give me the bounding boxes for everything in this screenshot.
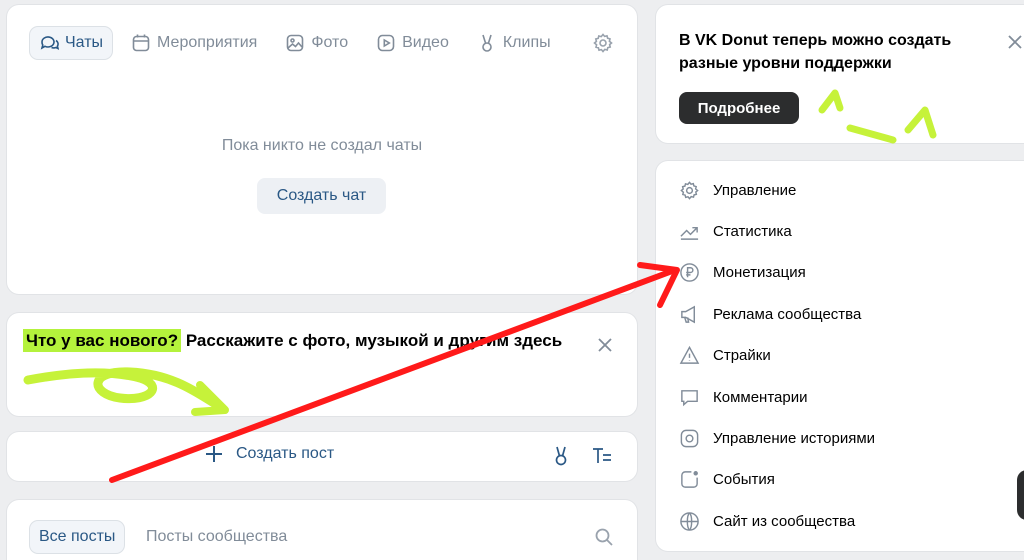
menu-item-label: Комментарии [713,388,808,406]
globe-icon [680,511,699,531]
whats-new-card: Что у вас нового? Расскажите с фото, муз… [7,313,637,416]
menu-item-ads[interactable]: Реклама сообщества [679,299,861,329]
create-post-button[interactable]: Создать пост [204,444,334,464]
whats-new-rest: Расскажите с фото, музыкой и другим здес… [181,331,563,350]
plus-icon [206,446,222,462]
menu-item-label: Статистика [713,222,792,240]
trend-chart-icon [680,226,699,240]
menu-item-label: События [713,470,775,488]
tab-label: Чаты [65,34,104,51]
create-post-card: Создать пост [7,432,637,481]
text-format-icon[interactable] [591,445,613,467]
learn-more-button[interactable]: Подробнее [679,92,799,124]
menu-item-strikes[interactable]: Страйки [679,340,771,370]
tab-label: Клипы [502,34,551,51]
tab-chats[interactable]: Чаты [30,27,113,59]
community-menu-card: Управление Статистика Монетизация Реклам… [656,161,1024,551]
calendar-icon [132,34,150,52]
clips-icon [482,34,492,52]
menu-item-label: Монетизация [713,263,806,281]
tab-label: Видео [402,34,449,51]
menu-item-label: Управление [713,181,797,199]
events-icon [681,470,698,488]
video-play-icon [377,34,395,52]
chats-empty-text: Пока никто не создал чаты [221,137,423,154]
photo-icon [287,34,304,52]
posts-card: Все посты Посты сообщества [7,500,637,560]
whats-new-highlight: Что у вас нового? [23,329,182,352]
tab-label: Фото [311,34,349,51]
comment-icon [681,389,698,406]
tab-clips[interactable]: Клипы [468,27,560,59]
donut-title: В VK Donut теперь можно создать разные у… [679,32,952,72]
chat-bubbles-icon [40,36,59,50]
tab-photo[interactable]: Фото [276,27,357,59]
ruble-icon [680,262,699,282]
stories-icon [680,429,699,447]
create-chat-button[interactable]: Создать чат [257,178,386,214]
tab-video[interactable]: Видео [367,27,458,59]
megaphone-icon [681,305,695,323]
menu-item-label: Управление историями [713,429,876,447]
settings-gear-icon[interactable] [592,32,614,54]
menu-item-label: Сайт из сообщества [713,512,856,530]
search-icon[interactable] [594,527,614,547]
floating-element-edge [1017,470,1024,520]
menu-item-comments[interactable]: Комментарии [679,382,807,412]
gear-icon [680,180,699,200]
close-icon[interactable] [1006,33,1024,51]
tab-all-posts[interactable]: Все посты [30,521,125,553]
close-icon[interactable] [596,336,614,354]
donut-promo-card: В VK Donut теперь можно создать разные у… [656,5,1024,143]
warning-icon [679,345,700,364]
menu-item-management[interactable]: Управление [679,175,796,205]
chats-tabs: Чаты Мероприятия Фото Видео Клипы [30,27,570,59]
menu-item-label: Реклама сообщества [713,305,862,323]
tab-label: Мероприятия [157,34,258,51]
menu-item-label: Страйки [713,346,771,364]
menu-item-monetization[interactable]: Монетизация [679,257,806,287]
chats-card: Чаты Мероприятия Фото Видео Клипы Пока н… [7,5,637,294]
whats-new-text: Что у вас нового? Расскажите с фото, муз… [23,329,563,352]
menu-item-events[interactable]: События [679,464,775,494]
create-post-label: Создать пост [236,445,335,462]
tab-community-posts[interactable]: Посты сообщества [137,521,296,553]
menu-item-site[interactable]: Сайт из сообщества [679,506,855,536]
clips-icon[interactable] [550,445,572,467]
menu-item-statistics[interactable]: Статистика [679,216,792,246]
menu-item-stories[interactable]: Управление историями [679,423,875,453]
tab-events[interactable]: Мероприятия [122,27,266,59]
